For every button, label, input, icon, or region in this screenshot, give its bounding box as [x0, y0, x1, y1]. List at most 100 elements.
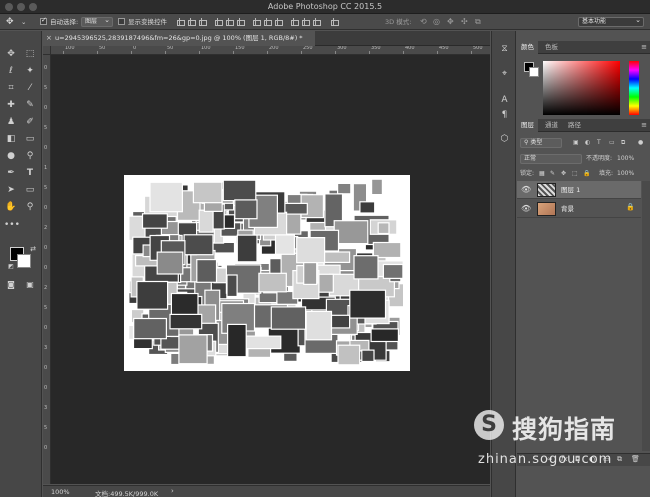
slide-3d-icon[interactable]: ✣	[461, 17, 468, 27]
healing-icon[interactable]: ✚	[4, 99, 18, 111]
lasso-icon[interactable]: ℓ	[4, 65, 18, 77]
layers-scrollbar[interactable]	[642, 181, 650, 451]
panel-menu-icon[interactable]: ≡	[641, 41, 647, 54]
layers-menu-icon[interactable]: ≡	[641, 119, 647, 132]
zoom-icon[interactable]: ⚲	[23, 201, 37, 213]
type-icon[interactable]: T	[23, 167, 37, 179]
move-tool-preset-icon[interactable]: ✥	[6, 17, 14, 27]
dodge-icon[interactable]: ⚲	[23, 150, 37, 162]
align-hcenter-icon[interactable]	[225, 17, 234, 27]
chevron-down-icon[interactable]: ⌄	[21, 17, 26, 27]
blend-mode-dropdown[interactable]: 正常	[520, 154, 582, 164]
quick-mask-icon[interactable]: ◙	[4, 279, 18, 291]
tab-swatches[interactable]: 色板	[541, 41, 562, 54]
default-colors-icon[interactable]: ◩	[4, 261, 18, 273]
character-icon[interactable]: A	[499, 95, 510, 106]
filter-shape-icon[interactable]: ▭	[609, 138, 615, 148]
3d-cube-icon[interactable]: ⬡	[499, 134, 510, 145]
filter-kind-dropdown[interactable]: ⚲ 类型	[520, 138, 562, 148]
distribute-left-icon[interactable]	[290, 17, 299, 27]
lock-all-icon[interactable]: 🔒	[583, 169, 590, 179]
distribute-bottom-icon[interactable]	[274, 17, 283, 27]
distribute-hcenter-icon[interactable]	[301, 17, 310, 27]
pen-icon[interactable]: ✒	[4, 167, 18, 179]
path-select-icon[interactable]: ➤	[4, 184, 18, 196]
distribute-top-icon[interactable]	[252, 17, 261, 27]
tab-paths[interactable]: 路径	[564, 119, 585, 132]
move-icon[interactable]: ✥	[4, 48, 18, 60]
opacity-value[interactable]: 100%	[617, 154, 634, 164]
tab-color[interactable]: 颜色	[517, 41, 538, 54]
tab-layers[interactable]: 图层	[517, 119, 538, 132]
workspace-dropdown[interactable]: 基本功能	[578, 16, 644, 27]
eraser-icon[interactable]: ◧	[4, 133, 18, 145]
layer-row-1[interactable]: 👁 图层 1	[517, 181, 641, 199]
close-tab-icon[interactable]: ×	[46, 31, 52, 46]
filter-pixel-icon[interactable]: ▣	[573, 138, 579, 148]
filter-smart-icon[interactable]: ⧉	[621, 138, 625, 148]
marquee-icon[interactable]: ⬚	[23, 48, 37, 60]
align-top-icon[interactable]	[176, 17, 185, 27]
more-icon[interactable]: •••	[4, 219, 20, 231]
filter-type-icon[interactable]: T	[597, 138, 601, 148]
lock-artboard-icon[interactable]: ⬚	[572, 169, 578, 179]
stamp-icon[interactable]: ♟	[4, 116, 18, 128]
auto-select-checkbox[interactable]	[40, 16, 47, 25]
align-left-icon[interactable]	[214, 17, 223, 27]
align-bottom-icon[interactable]	[198, 17, 207, 27]
screen-mode-icon[interactable]: ▣	[23, 279, 37, 291]
filter-toggle-icon[interactable]: ●	[638, 138, 643, 148]
history-icon[interactable]: ⧖	[499, 44, 510, 55]
distribute-vcenter-icon[interactable]	[263, 17, 272, 27]
filter-adjust-icon[interactable]: ◐	[585, 138, 590, 148]
document-image[interactable]	[124, 175, 410, 371]
eye-icon[interactable]: 👁	[521, 185, 531, 194]
eye-icon[interactable]: 👁	[521, 204, 531, 213]
delete-layer-icon[interactable]: 🗑	[631, 455, 640, 463]
scale-3d-icon[interactable]: ⧉	[475, 17, 481, 27]
ruler-top-label: 100	[201, 46, 211, 51]
ruler-corner[interactable]	[43, 46, 51, 55]
layer-name[interactable]: 图层 1	[561, 184, 580, 194]
auto-align-icon[interactable]	[330, 17, 339, 27]
zoom-level[interactable]: 100%	[51, 488, 70, 496]
gradient-icon[interactable]: ▭	[23, 133, 37, 145]
show-transform-checkbox[interactable]	[118, 18, 125, 25]
new-layer-icon[interactable]: ⧉	[617, 455, 622, 464]
canvas-area[interactable]	[51, 55, 490, 484]
status-arrow-icon[interactable]: ›	[171, 487, 174, 495]
roll-3d-icon[interactable]: ◎	[433, 17, 440, 27]
background-color-swatch[interactable]	[17, 254, 31, 268]
horizontal-ruler[interactable]: 100 50 0 50 100 150 200 250 300 350 400 450 500	[51, 46, 490, 55]
collage-tile	[296, 236, 326, 264]
actions-icon[interactable]: ⌖	[499, 69, 510, 80]
fill-value[interactable]: 100%	[617, 169, 634, 179]
lock-transparent-icon[interactable]: ▦	[539, 169, 545, 179]
blur-icon[interactable]: ●	[4, 150, 18, 162]
distribute-right-icon[interactable]	[312, 17, 321, 27]
paragraph-icon[interactable]: ¶	[499, 110, 510, 121]
orbit-3d-icon[interactable]: ⟲	[420, 17, 427, 27]
rectangle-icon[interactable]: ▭	[23, 184, 37, 196]
crop-icon[interactable]: ⌗	[4, 82, 18, 94]
vertical-ruler[interactable]: 0 5 0 5 0 1 5 0 2 0 0 2 5 0 3 0 0 3 5 0	[43, 55, 51, 484]
layer-name[interactable]: 背景	[561, 203, 574, 213]
color-bg-swatch[interactable]	[529, 67, 539, 77]
brush-icon[interactable]: ✎	[23, 99, 37, 111]
auto-select-dropdown[interactable]: 图层	[81, 16, 113, 27]
magic-wand-icon[interactable]: ✦	[23, 65, 37, 77]
tab-channels[interactable]: 通道	[541, 119, 562, 132]
document-tab[interactable]: × u=2945396525,2839187496&fm=26&gp=0.jpg…	[43, 31, 315, 46]
align-vcenter-icon[interactable]	[187, 17, 196, 27]
layer-row-background[interactable]: 👁 背景 🔒	[517, 200, 641, 218]
pan-3d-icon[interactable]: ✥	[447, 17, 454, 27]
document-info[interactable]: 文档:499.5K/999.0K	[95, 488, 158, 497]
hue-slider[interactable]	[629, 61, 639, 115]
color-picker-field[interactable]	[543, 61, 620, 115]
history-brush-icon[interactable]: ✐	[23, 116, 37, 128]
align-right-icon[interactable]	[236, 17, 245, 27]
lock-pixels-icon[interactable]: ✎	[550, 169, 555, 179]
lock-position-icon[interactable]: ✥	[561, 169, 566, 179]
hand-icon[interactable]: ✋	[4, 201, 18, 213]
eyedropper-icon[interactable]: ⁄	[23, 82, 37, 94]
